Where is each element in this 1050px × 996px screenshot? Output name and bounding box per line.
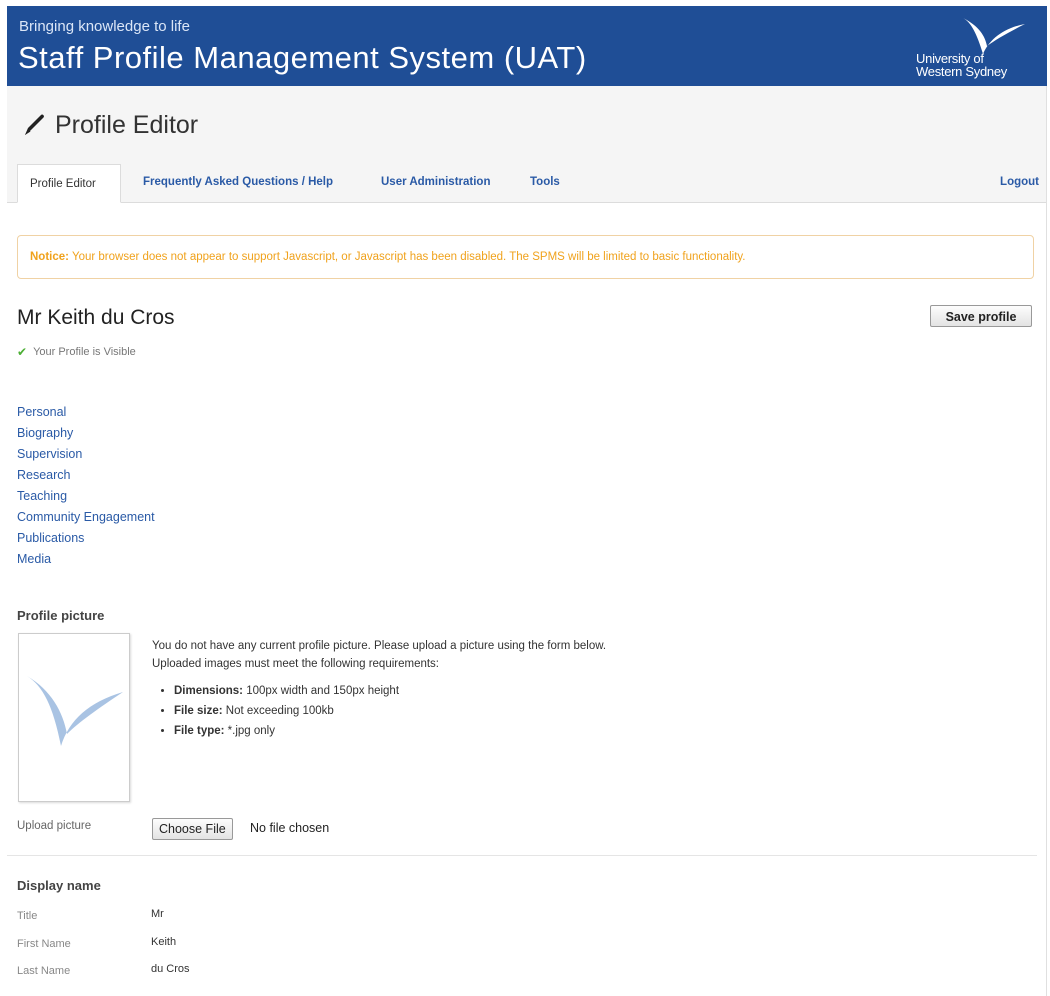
checkmark-icon: ✔ bbox=[17, 345, 28, 359]
pencil-icon bbox=[25, 114, 44, 135]
banner-tagline: Bringing knowledge to life bbox=[19, 18, 190, 35]
requirements-list: Dimensions: 100px width and 150px height… bbox=[152, 681, 712, 741]
list-item: File type: *.jpg only bbox=[174, 721, 712, 741]
picture-info-line-2: Uploaded images must meet the following … bbox=[152, 658, 440, 670]
section-link-media[interactable]: Media bbox=[17, 549, 155, 570]
first-name-value: Keith bbox=[151, 936, 177, 948]
profile-visibility-status: ✔ Your Profile is Visible bbox=[17, 345, 136, 359]
section-link-supervision[interactable]: Supervision bbox=[17, 444, 155, 465]
profile-picture-heading: Profile picture bbox=[17, 608, 105, 623]
picture-requirements: You do not have any current profile pict… bbox=[152, 637, 712, 741]
notice-text: Your browser does not appear to support … bbox=[68, 251, 746, 263]
title-value: Mr bbox=[151, 908, 164, 920]
no-file-chosen-text: No file chosen bbox=[250, 821, 330, 835]
requirement-value: 100px width and 150px height bbox=[243, 685, 400, 697]
picture-info-line-1: You do not have any current profile pict… bbox=[152, 640, 607, 652]
javascript-notice: Notice: Your browser does not appear to … bbox=[17, 235, 1034, 279]
title-label: Title bbox=[17, 910, 38, 922]
requirement-value: Not exceeding 100kb bbox=[222, 705, 334, 717]
list-item: File size: Not exceeding 100kb bbox=[174, 701, 712, 721]
site-banner: Bringing knowledge to life Staff Profile… bbox=[7, 6, 1047, 86]
section-link-publications[interactable]: Publications bbox=[17, 528, 155, 549]
university-name: University of Western Sydney bbox=[916, 52, 1007, 78]
section-link-community-engagement[interactable]: Community Engagement bbox=[17, 507, 155, 528]
section-link-personal[interactable]: Personal bbox=[17, 402, 155, 423]
requirement-value: *.jpg only bbox=[224, 725, 275, 737]
section-link-teaching[interactable]: Teaching bbox=[17, 486, 155, 507]
page-header: Profile Editor Profile Editor Frequently… bbox=[7, 86, 1047, 203]
main-tabs: Profile Editor Frequently Asked Question… bbox=[17, 164, 1047, 203]
page-title: Profile Editor bbox=[19, 110, 198, 140]
notice-prefix: Notice: bbox=[30, 251, 69, 263]
section-divider bbox=[7, 855, 1037, 856]
list-item: Dimensions: 100px width and 150px height bbox=[174, 681, 712, 701]
logo-line-2: Western Sydney bbox=[916, 64, 1007, 79]
choose-file-button[interactable]: Choose File bbox=[152, 818, 233, 840]
visibility-text: Your Profile is Visible bbox=[33, 346, 136, 358]
section-link-biography[interactable]: Biography bbox=[17, 423, 155, 444]
tab-user-administration[interactable]: User Administration bbox=[369, 164, 502, 203]
content-border bbox=[1046, 86, 1047, 996]
tab-tools[interactable]: Tools bbox=[518, 164, 572, 203]
logout-link[interactable]: Logout bbox=[1000, 164, 1039, 200]
tab-profile-editor[interactable]: Profile Editor bbox=[17, 164, 121, 203]
placeholder-swoosh-icon bbox=[27, 676, 123, 746]
display-name-heading: Display name bbox=[17, 878, 101, 893]
requirement-label: File size: bbox=[174, 705, 223, 717]
profile-name: Mr Keith du Cros bbox=[17, 306, 175, 329]
section-nav: Personal Biography Supervision Research … bbox=[17, 402, 155, 570]
first-name-label: First Name bbox=[17, 938, 71, 950]
requirement-label: Dimensions: bbox=[174, 685, 244, 697]
upload-picture-label: Upload picture bbox=[17, 820, 92, 832]
system-title: Staff Profile Management System (UAT) bbox=[18, 40, 587, 75]
page-title-text: Profile Editor bbox=[55, 110, 199, 139]
profile-picture-placeholder bbox=[18, 633, 130, 802]
requirement-label: File type: bbox=[174, 725, 225, 737]
save-profile-button[interactable]: Save profile bbox=[930, 305, 1032, 327]
university-logo[interactable]: University of Western Sydney bbox=[905, 14, 1035, 84]
section-link-research[interactable]: Research bbox=[17, 465, 155, 486]
last-name-label: Last Name bbox=[17, 965, 71, 977]
last-name-value: du Cros bbox=[151, 963, 190, 975]
tab-faq-help[interactable]: Frequently Asked Questions / Help bbox=[131, 164, 345, 203]
swoosh-logo-icon bbox=[963, 18, 1025, 54]
